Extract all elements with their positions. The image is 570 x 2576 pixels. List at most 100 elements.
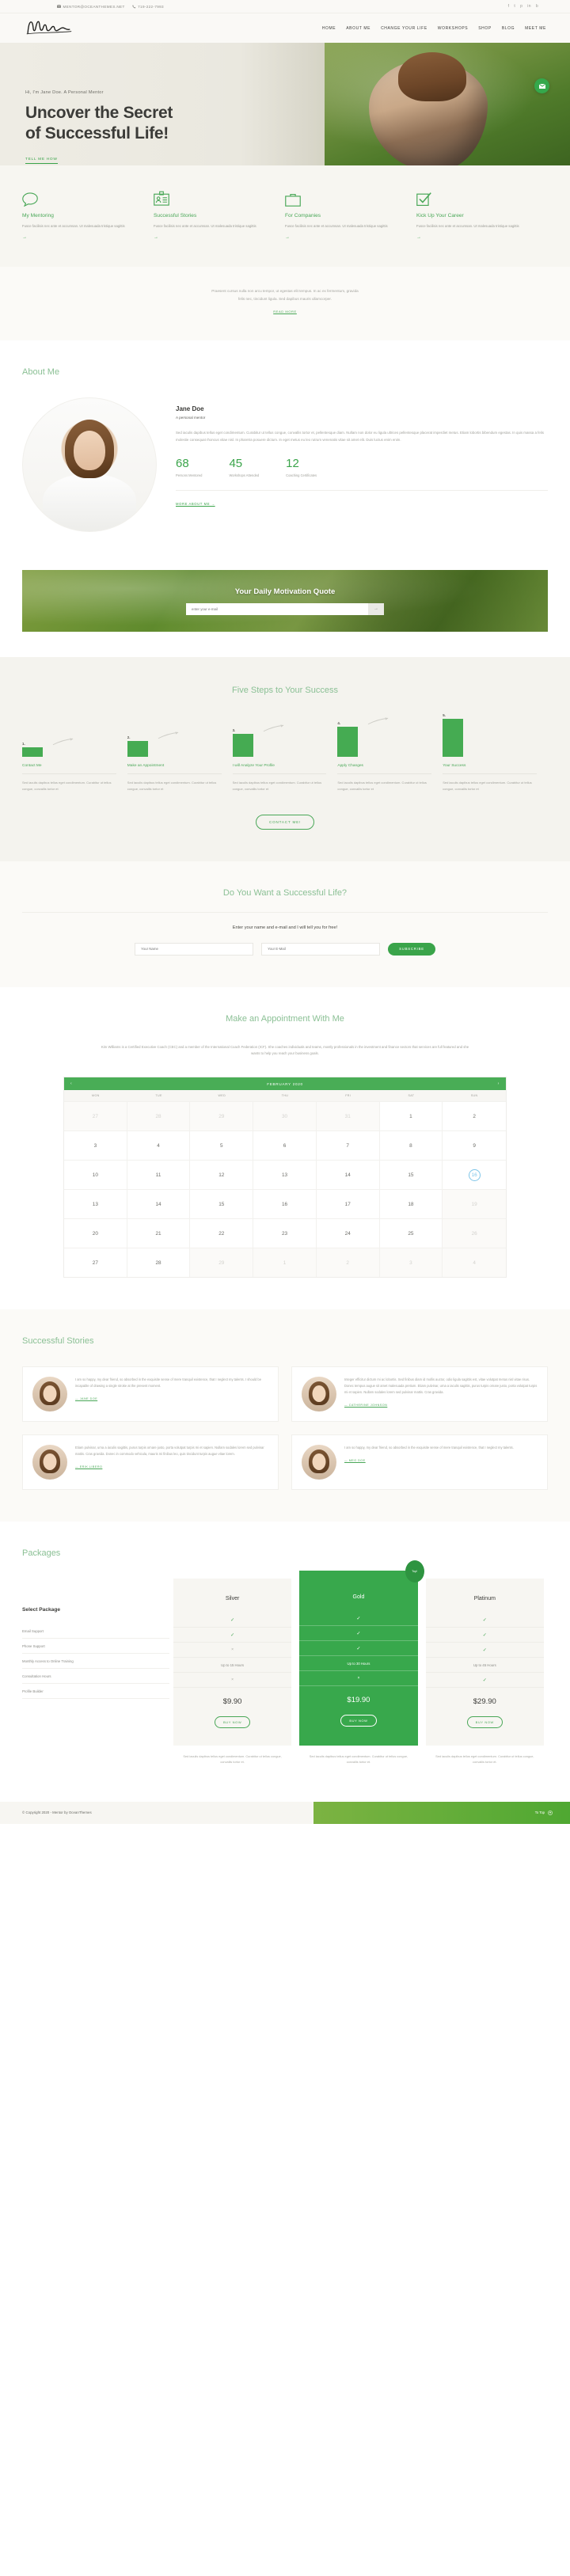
calendar-day-cell[interactable]: 28	[127, 1101, 191, 1130]
nav-item-change-your-life[interactable]: CHANGE YOUR LIFE	[381, 26, 428, 31]
intro-quote-line2: felis nec, tincidunt ligula. Sed dapibus…	[238, 296, 332, 301]
email-text: MENTOR@OCEANTHEMES.NET	[63, 4, 125, 9]
calendar-day-cell[interactable]: 16	[253, 1189, 317, 1218]
feature-text: Fusce facilisis nec ante et accumsan. Ut…	[154, 224, 256, 228]
twitter-icon[interactable]: t	[514, 4, 515, 9]
calendar-day-cell[interactable]: 16	[443, 1160, 506, 1189]
calendar-day-cell[interactable]: 18	[379, 1189, 443, 1218]
feature-arrow-icon[interactable]: →	[285, 235, 402, 240]
story-author-link[interactable]: — JANE DOE	[75, 1397, 97, 1400]
package-gold[interactable]: Top! Gold ✓ ✓ ✓ Up to 30 Hours × $19.90 …	[299, 1560, 424, 1746]
calendar-prev-button[interactable]: ‹	[70, 1081, 72, 1086]
package-silver[interactable]: Silver ✓ ✓ × Up to 15 Hours × $9.90 BUY …	[173, 1579, 292, 1746]
calendar-day-cell[interactable]: 15	[379, 1160, 443, 1189]
intro-quote-line1: Praesent cursus nulla non arcu tempor, u…	[211, 288, 359, 293]
subscribe-button[interactable]: SUBSCRIBE	[388, 942, 435, 956]
calendar-day-cell[interactable]: 12	[190, 1160, 254, 1189]
appointment-section: Make an Appointment With Me Kim Williams…	[0, 986, 570, 1309]
nav-item-about-me[interactable]: ABOUT ME	[346, 26, 370, 31]
calendar-day-cell[interactable]: 7	[316, 1130, 380, 1160]
calendar-day-cell[interactable]: 4	[127, 1130, 191, 1160]
feature-my-mentoring[interactable]: My Mentoring Fusce facilisis nec ante et…	[22, 189, 154, 240]
story-author-link[interactable]: — ERIK LIBERO	[75, 1465, 102, 1468]
feature-kick-up-your-career[interactable]: Kick Up Your Career Fusce facilisis nec …	[416, 189, 548, 240]
calendar-day-cell[interactable]: 22	[190, 1218, 254, 1248]
to-top-button[interactable]: To Top	[314, 1801, 570, 1824]
calendar-day-cell[interactable]: 3	[379, 1248, 443, 1277]
calendar-day-cell[interactable]: 2	[316, 1248, 380, 1277]
motivation-submit-button[interactable]: →	[368, 602, 384, 615]
package-platinum[interactable]: Platinum ✓ ✓ ✓ Up to 45 Hours ✓ $29.90 B…	[425, 1579, 544, 1746]
calendar-day-cell[interactable]: 24	[316, 1218, 380, 1248]
buy-now-button[interactable]: BUY NOW	[340, 1715, 377, 1727]
calendar-day-cell[interactable]: 5	[190, 1130, 254, 1160]
nav-item-workshops[interactable]: WORKSHOPS	[438, 26, 468, 31]
subscribe-email-input[interactable]	[261, 942, 381, 956]
package-cell: ✓	[482, 1677, 487, 1683]
site-logo[interactable]	[25, 17, 74, 40]
contact-me-button[interactable]: CONTACT ME!	[255, 814, 315, 830]
story-author-link[interactable]: — CATHERINE JOHNSON	[344, 1404, 387, 1407]
calendar-day-cell[interactable]: 8	[379, 1130, 443, 1160]
calendar-day-cell[interactable]: 6	[253, 1130, 317, 1160]
buy-now-button[interactable]: BUY NOW	[466, 1716, 503, 1728]
calendar-day-cell[interactable]: 11	[127, 1160, 191, 1189]
calendar-day-cell[interactable]: 3	[64, 1130, 127, 1160]
pinterest-icon[interactable]: p	[520, 4, 522, 9]
feature-for-companies[interactable]: For Companies Fusce facilisis nec ante e…	[285, 189, 416, 240]
subscribe-name-input[interactable]	[135, 942, 254, 956]
calendar-day-cell[interactable]: 21	[127, 1218, 191, 1248]
calendar-day-cell[interactable]: 2	[443, 1101, 506, 1130]
phone-contact[interactable]: 719-222-7993	[131, 5, 164, 9]
feature-arrow-icon[interactable]: →	[154, 235, 271, 240]
email-contact[interactable]: MENTOR@OCEANTHEMES.NET	[57, 5, 125, 9]
calendar-day-cell[interactable]: 28	[127, 1248, 191, 1277]
facebook-icon[interactable]: f	[508, 4, 510, 9]
calendar-day-cell[interactable]: 29	[190, 1101, 254, 1130]
linkedin-icon[interactable]: in	[527, 4, 531, 9]
calendar-day-cell[interactable]: 31	[316, 1101, 380, 1130]
calendar-day-cell[interactable]: 20	[64, 1218, 127, 1248]
calendar-day-cell[interactable]: 14	[127, 1189, 191, 1218]
floating-contact-button[interactable]	[534, 78, 549, 93]
calendar-day-cell[interactable]: 13	[253, 1160, 317, 1189]
behance-icon[interactable]: b	[536, 4, 538, 9]
calendar-month-label: FEBRUARY 2020	[267, 1081, 303, 1086]
story-author-link[interactable]: — MEG DOE	[344, 1459, 366, 1462]
step-item: 1. Contact Me Sed iaculis dapibus tellus…	[22, 716, 127, 792]
story-card: Etiam pulvinar, urna a iaculis sagittis,…	[22, 1434, 279, 1490]
calendar-day-cell[interactable]: 29	[190, 1248, 254, 1277]
calendar-next-button[interactable]: ›	[498, 1081, 500, 1086]
hero-cta-button[interactable]: TELL ME HOW	[25, 158, 58, 165]
calendar-day-cell[interactable]: 13	[64, 1189, 127, 1218]
package-cell: ✓	[482, 1617, 487, 1623]
calendar-day-cell[interactable]: 25	[379, 1218, 443, 1248]
calendar-day-cell[interactable]: 27	[64, 1248, 127, 1277]
more-about-me-link[interactable]: MORE ABOUT ME →	[176, 502, 215, 506]
calendar-day-cell[interactable]: 19	[443, 1189, 506, 1218]
intro-readmore-link[interactable]: READ MORE	[273, 310, 297, 313]
motivation-email-input[interactable]	[186, 602, 368, 615]
nav-item-meet-me[interactable]: MEET ME	[525, 26, 546, 31]
features-section: My Mentoring Fusce facilisis nec ante et…	[0, 165, 570, 267]
calendar-day-cell[interactable]: 27	[64, 1101, 127, 1130]
nav-item-blog[interactable]: BLOG	[502, 26, 515, 31]
calendar-day-cell[interactable]: 14	[316, 1160, 380, 1189]
nav-item-shop[interactable]: SHOP	[478, 26, 492, 31]
calendar-day-cell[interactable]: 26	[443, 1218, 506, 1248]
buy-now-button[interactable]: BUY NOW	[214, 1716, 251, 1728]
calendar-day-cell[interactable]: 30	[253, 1101, 317, 1130]
calendar-day-cell[interactable]: 17	[316, 1189, 380, 1218]
calendar-day-cell[interactable]: 4	[443, 1248, 506, 1277]
calendar-day-cell[interactable]: 1	[253, 1248, 317, 1277]
calendar-day-cell[interactable]: 10	[64, 1160, 127, 1189]
calendar-day-cell[interactable]: 1	[379, 1101, 443, 1130]
feature-arrow-icon[interactable]: →	[416, 235, 534, 240]
motivation-form: →	[186, 602, 384, 615]
feature-arrow-icon[interactable]: →	[22, 235, 139, 240]
calendar-day-cell[interactable]: 9	[443, 1130, 506, 1160]
feature-successful-stories[interactable]: Successful Stories Fusce facilisis nec a…	[154, 189, 285, 240]
calendar-day-cell[interactable]: 15	[190, 1189, 254, 1218]
nav-item-home[interactable]: HOME	[322, 26, 336, 31]
calendar-day-cell[interactable]: 23	[253, 1218, 317, 1248]
